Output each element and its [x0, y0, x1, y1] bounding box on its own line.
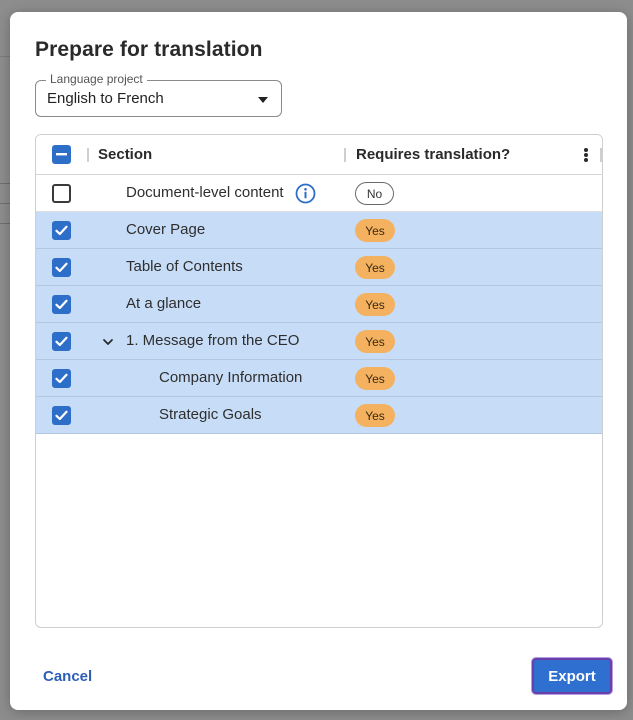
- table-row[interactable]: Table of Contents Yes: [36, 249, 602, 286]
- requires-translation-badge[interactable]: Yes: [355, 256, 395, 279]
- requires-translation-badge[interactable]: Yes: [355, 330, 395, 353]
- section-label: Cover Page: [126, 221, 206, 238]
- table-row[interactable]: Company Information Yes: [36, 360, 602, 397]
- section-label: Company Information: [159, 369, 303, 386]
- table-row[interactable]: Document-level content No: [36, 175, 602, 212]
- kebab-menu-icon[interactable]: [581, 145, 591, 165]
- column-header-section[interactable]: Section: [98, 146, 152, 163]
- language-project-label: Language project: [46, 72, 147, 86]
- chevron-down-icon[interactable]: [101, 335, 115, 349]
- section-label: 1. Message from the CEO: [126, 332, 300, 349]
- requires-translation-badge[interactable]: Yes: [355, 367, 395, 390]
- background-divider: [0, 223, 10, 224]
- checkmark-icon: [55, 410, 68, 421]
- section-label: Table of Contents: [126, 258, 243, 275]
- checkmark-icon: [55, 336, 68, 347]
- background-divider: [0, 203, 10, 204]
- section-label: Strategic Goals: [159, 406, 262, 423]
- row-checkbox[interactable]: [52, 406, 71, 425]
- checkmark-icon: [55, 262, 68, 273]
- table-row[interactable]: At a glance Yes: [36, 286, 602, 323]
- checkmark-icon: [55, 225, 68, 236]
- requires-translation-badge[interactable]: No: [355, 182, 394, 205]
- dialog-title: Prepare for translation: [35, 38, 263, 61]
- row-checkbox[interactable]: [52, 332, 71, 351]
- caret-down-icon: [258, 97, 268, 103]
- requires-translation-badge[interactable]: Yes: [355, 293, 395, 316]
- section-label: Document-level content: [126, 184, 284, 201]
- row-checkbox[interactable]: [52, 295, 71, 314]
- checkmark-icon: [55, 299, 68, 310]
- language-project-value: English to French: [47, 90, 164, 107]
- language-project-select[interactable]: Language project English to French: [35, 72, 282, 117]
- select-all-checkbox[interactable]: [52, 145, 71, 164]
- requires-translation-badge[interactable]: Yes: [355, 219, 395, 242]
- column-separator[interactable]: [87, 148, 89, 162]
- row-checkbox[interactable]: [52, 221, 71, 240]
- row-checkbox[interactable]: [52, 258, 71, 277]
- column-separator[interactable]: [600, 148, 602, 162]
- background-divider: [0, 183, 10, 184]
- row-checkbox[interactable]: [52, 369, 71, 388]
- section-label: At a glance: [126, 295, 202, 312]
- cancel-button[interactable]: Cancel: [43, 668, 92, 685]
- table-row[interactable]: 1. Message from the CEO Yes: [36, 323, 602, 360]
- export-button[interactable]: Export: [532, 658, 612, 694]
- checkmark-icon: [55, 373, 68, 384]
- minus-checkbox-icon: [56, 153, 67, 156]
- table-header: Section Requires translation?: [36, 135, 602, 175]
- table-row[interactable]: Strategic Goals Yes: [36, 397, 602, 434]
- column-separator[interactable]: [344, 148, 346, 162]
- requires-translation-badge[interactable]: Yes: [355, 404, 395, 427]
- table-row[interactable]: Cover Page Yes: [36, 212, 602, 249]
- sections-table: Section Requires translation? Document-l…: [35, 134, 603, 628]
- column-header-requires-translation[interactable]: Requires translation?: [356, 146, 510, 163]
- row-checkbox[interactable]: [52, 184, 71, 203]
- info-icon[interactable]: [295, 183, 316, 204]
- translation-dialog: Prepare for translation Language project…: [10, 12, 627, 710]
